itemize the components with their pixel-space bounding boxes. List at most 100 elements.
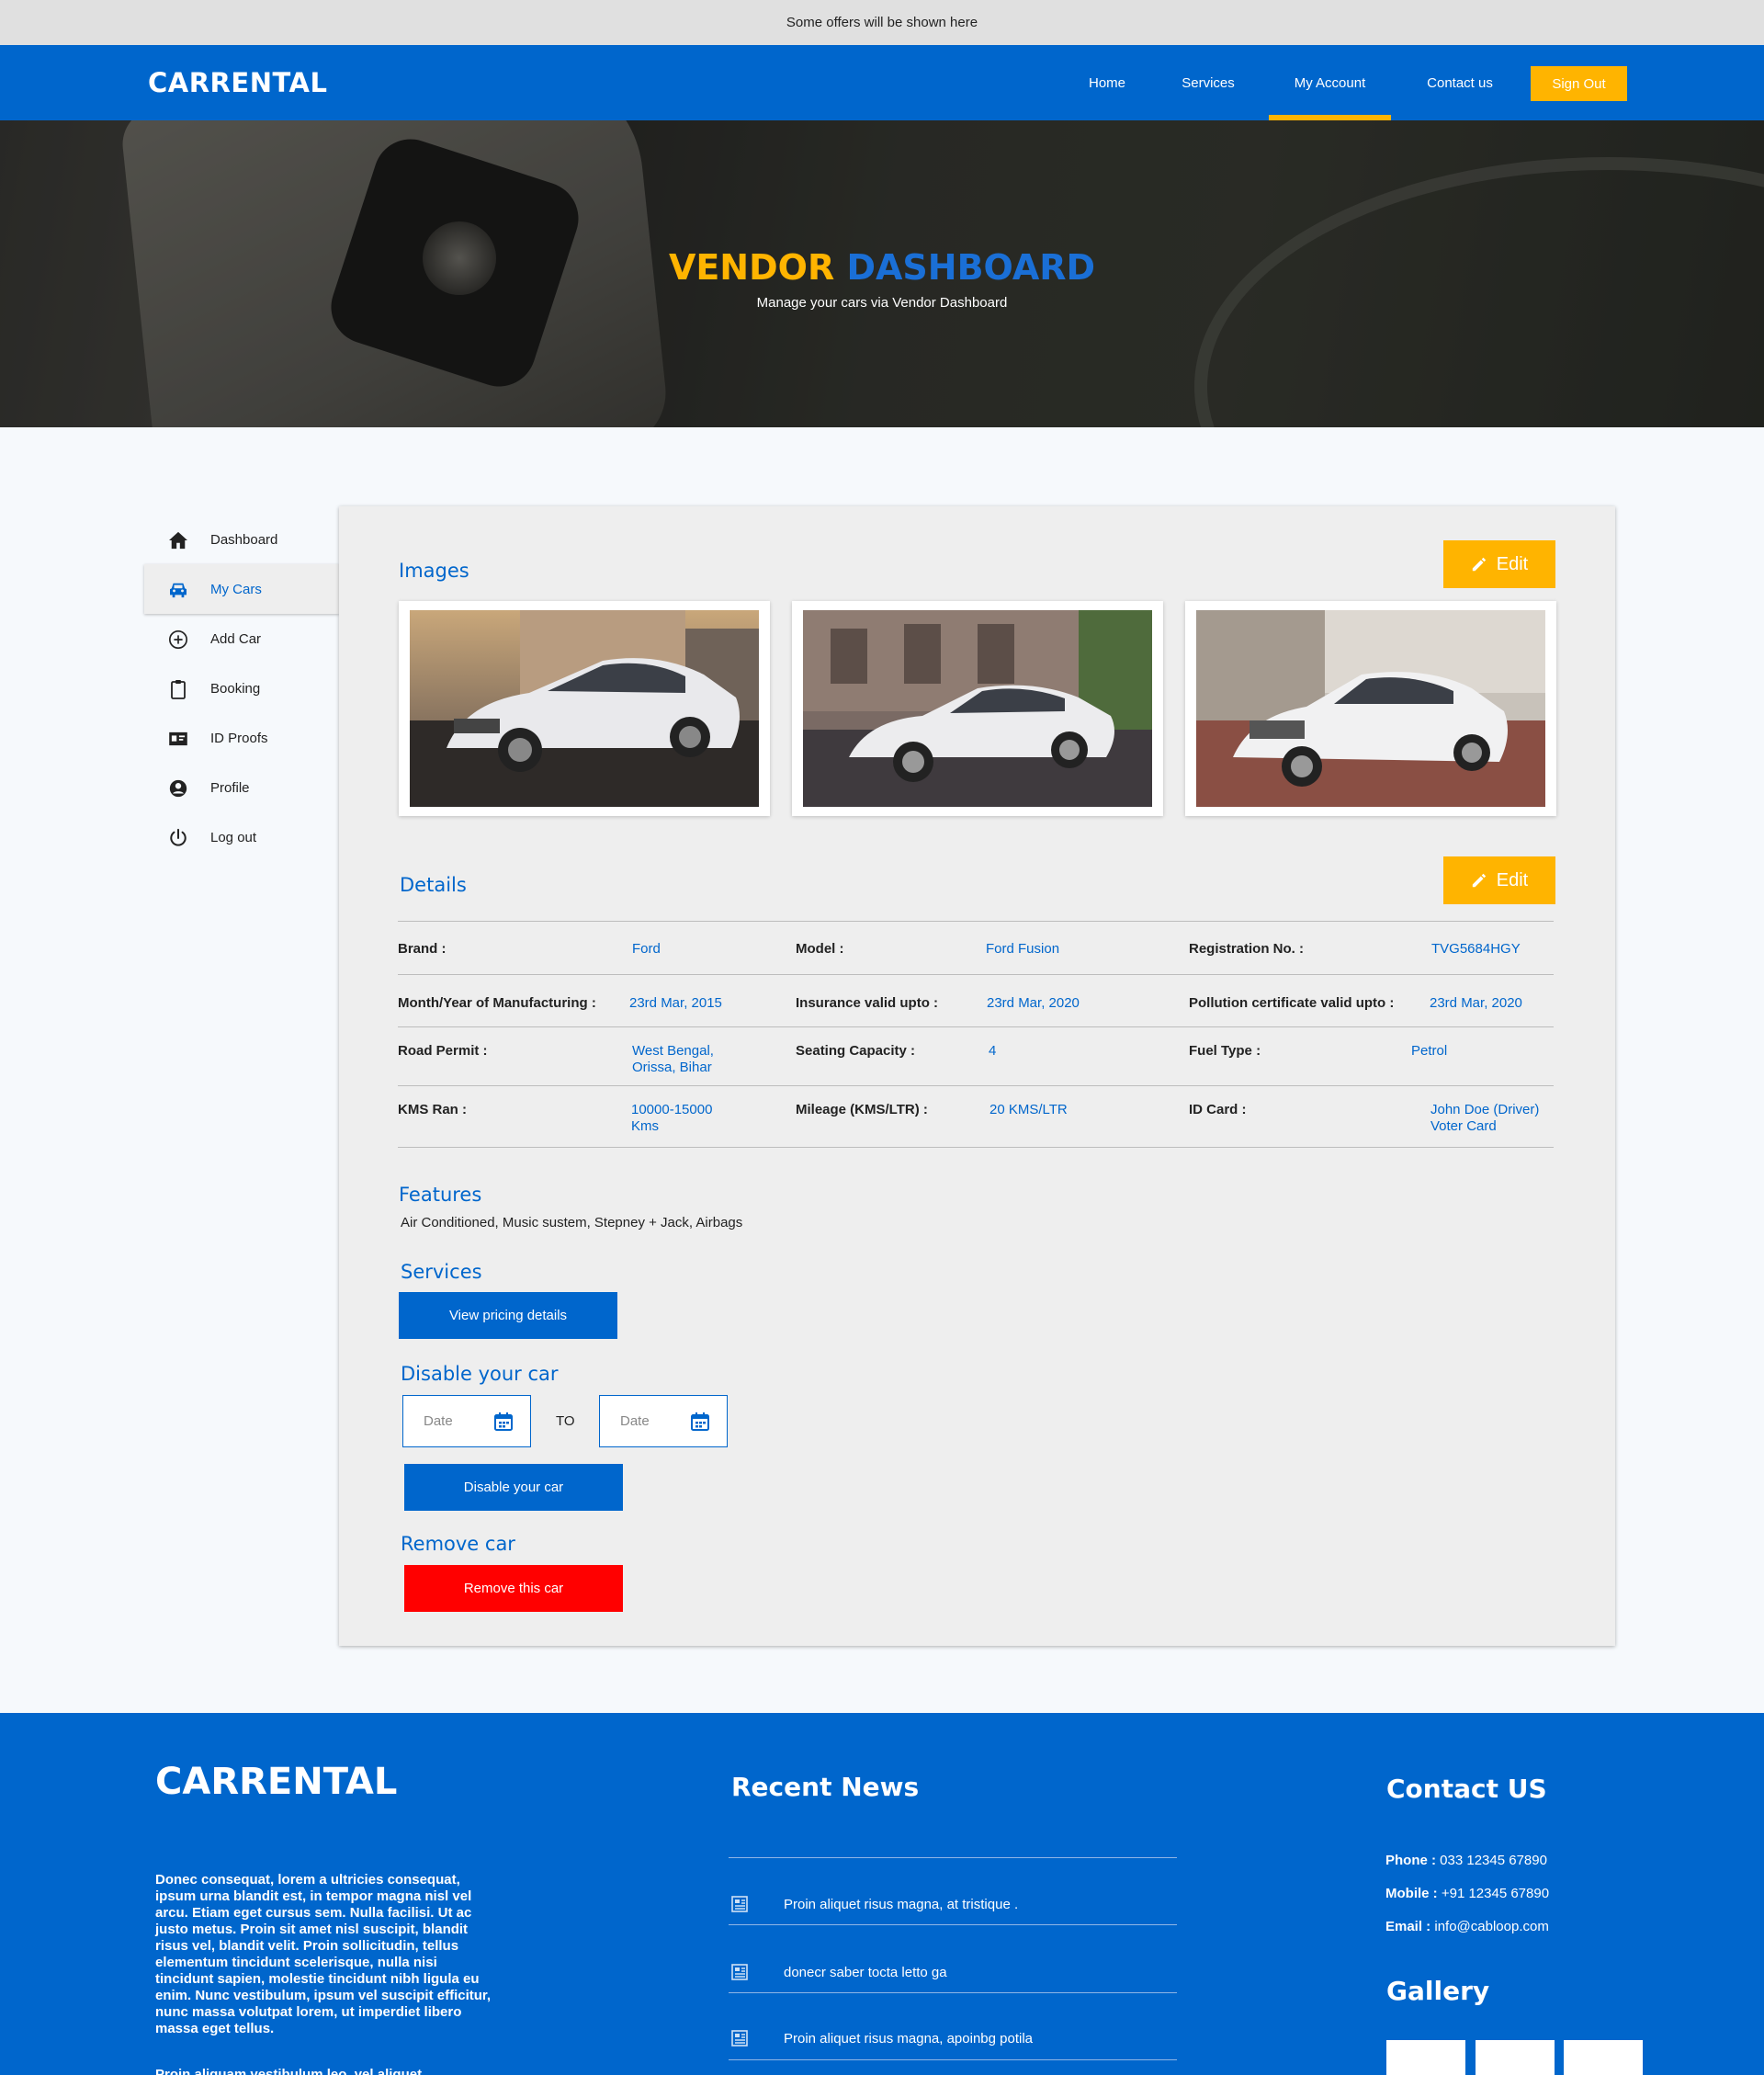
news-item-text: donecr saber tocta letto ga bbox=[784, 1964, 947, 1980]
pencil-icon bbox=[1472, 873, 1486, 888]
sidebar-item-label: Add Car bbox=[210, 630, 262, 647]
detail-value-road-permit: West Bengal, Orissa, Bihar bbox=[632, 1043, 714, 1076]
footer-about-text: Donec consequat, lorem a ultricies conse… bbox=[155, 1872, 492, 2036]
news-item[interactable]: Proin aliquet risus magna, at tristique … bbox=[729, 1890, 1177, 1918]
sidebar: Dashboard My Cars Add Car Booking ID Pro… bbox=[144, 515, 339, 862]
sidebar-item-label: My Cars bbox=[210, 581, 262, 597]
contact-phone: Phone : 033 12345 67890 bbox=[1385, 1853, 1547, 1868]
footer-brand[interactable]: CARRENTAL bbox=[155, 1761, 397, 1803]
detail-value-seating: 4 bbox=[989, 1043, 997, 1059]
edit-details-button[interactable]: Edit bbox=[1443, 856, 1555, 904]
phone-label: Phone : bbox=[1385, 1853, 1436, 1868]
sidebar-item-my-cars[interactable]: My Cars bbox=[144, 564, 339, 614]
disable-to-date-input[interactable]: Date bbox=[599, 1395, 728, 1447]
pencil-icon bbox=[1472, 557, 1486, 572]
detail-label-road-permit: Road Permit : bbox=[398, 1043, 488, 1059]
newspaper-icon bbox=[730, 1895, 749, 1913]
car-image-card-1[interactable] bbox=[399, 601, 770, 816]
home-icon bbox=[168, 530, 188, 550]
hero-banner: VENDOR DASHBOARD Manage your cars via Ve… bbox=[0, 120, 1764, 427]
features-list: Air Conditioned, Music sustem, Stepney +… bbox=[401, 1215, 743, 1230]
car-image-1 bbox=[410, 610, 759, 807]
details-divider bbox=[398, 1147, 1554, 1148]
edit-images-button[interactable]: Edit bbox=[1443, 540, 1555, 588]
sidebar-item-profile[interactable]: Profile bbox=[144, 763, 339, 812]
detail-label-model: Model : bbox=[796, 941, 844, 957]
email-value[interactable]: info@cabloop.com bbox=[1434, 1919, 1548, 1934]
car-image-2 bbox=[803, 610, 1152, 807]
power-icon bbox=[168, 828, 188, 848]
detail-label-insurance: Insurance valid upto : bbox=[796, 995, 939, 1011]
sidebar-item-add-car[interactable]: Add Car bbox=[144, 614, 339, 663]
sidebar-item-dashboard[interactable]: Dashboard bbox=[144, 515, 339, 564]
news-divider bbox=[729, 1924, 1177, 1925]
sidebar-item-label: Dashboard bbox=[210, 531, 278, 548]
gallery-thumbnail[interactable] bbox=[1564, 2040, 1643, 2075]
news-item[interactable]: Proin aliquet risus magna, apoinbg potil… bbox=[729, 2024, 1177, 2052]
sidebar-item-label: ID Proofs bbox=[210, 730, 268, 746]
detail-value-id-card: John Doe (Driver) Voter Card bbox=[1430, 1102, 1539, 1135]
date-placeholder: Date bbox=[424, 1413, 453, 1429]
detail-label-kms: KMS Ran : bbox=[398, 1102, 467, 1117]
detail-label-fuel: Fuel Type : bbox=[1189, 1043, 1261, 1059]
edit-label: Edit bbox=[1496, 553, 1529, 574]
detail-value-registration: TVG5684HGY bbox=[1431, 941, 1521, 957]
road-permit-line: West Bengal, bbox=[632, 1043, 714, 1059]
nav-my-account[interactable]: My Account bbox=[1269, 45, 1391, 120]
newspaper-icon bbox=[730, 1963, 749, 1981]
calendar-icon[interactable] bbox=[690, 1412, 710, 1432]
calendar-icon[interactable] bbox=[493, 1412, 514, 1432]
offer-bar: Some offers will be shown here bbox=[0, 0, 1764, 45]
sidebar-item-booking[interactable]: Booking bbox=[144, 663, 339, 713]
gallery-thumbnail[interactable] bbox=[1386, 2040, 1465, 2075]
detail-label-manufacturing: Month/Year of Manufacturing : bbox=[398, 995, 596, 1011]
nav-home[interactable]: Home bbox=[1069, 45, 1145, 120]
view-pricing-button[interactable]: View pricing details bbox=[399, 1292, 617, 1339]
footer-about-more: Proin aliquam vestibulum leo, vel alique… bbox=[155, 2067, 423, 2075]
sidebar-item-label: Log out bbox=[210, 829, 257, 845]
kms-line: 10000-15000 bbox=[631, 1102, 713, 1117]
disable-from-date-input[interactable]: Date bbox=[402, 1395, 531, 1447]
mobile-label: Mobile : bbox=[1385, 1886, 1438, 1901]
gallery-thumbnail[interactable] bbox=[1476, 2040, 1555, 2075]
page-title: VENDOR DASHBOARD bbox=[0, 247, 1764, 288]
car-image-card-3[interactable] bbox=[1185, 601, 1556, 816]
email-label: Email : bbox=[1385, 1919, 1431, 1934]
details-divider bbox=[398, 1085, 1554, 1086]
mobile-value[interactable]: +91 12345 67890 bbox=[1442, 1886, 1549, 1901]
contact-email: Email : info@cabloop.com bbox=[1385, 1919, 1549, 1934]
id-card-line: John Doe (Driver) bbox=[1430, 1102, 1540, 1117]
services-title: Services bbox=[401, 1261, 482, 1283]
remove-car-button[interactable]: Remove this car bbox=[404, 1565, 623, 1612]
remove-title: Remove car bbox=[401, 1533, 515, 1555]
news-divider bbox=[729, 1857, 1177, 1858]
images-title: Images bbox=[399, 560, 469, 582]
brand-logo[interactable]: CARRENTAL bbox=[148, 67, 327, 98]
contact-title: Contact US bbox=[1386, 1774, 1547, 1804]
disable-car-button[interactable]: Disable your car bbox=[404, 1464, 623, 1511]
detail-value-manufacturing: 23rd Mar, 2015 bbox=[629, 995, 722, 1011]
details-divider bbox=[398, 921, 1554, 922]
details-divider bbox=[398, 1026, 1554, 1027]
features-title: Features bbox=[399, 1184, 482, 1206]
clipboard-icon bbox=[168, 679, 188, 699]
car-image-card-2[interactable] bbox=[792, 601, 1163, 816]
detail-label-id-card: ID Card : bbox=[1189, 1102, 1247, 1117]
nav-services[interactable]: Services bbox=[1169, 45, 1248, 120]
newspaper-icon bbox=[730, 2029, 749, 2047]
sign-out-button[interactable]: Sign Out bbox=[1531, 66, 1627, 101]
sidebar-item-id-proofs[interactable]: ID Proofs bbox=[144, 713, 339, 763]
page-title-part2: DASHBOARD bbox=[846, 247, 1096, 288]
sidebar-item-label: Profile bbox=[210, 779, 250, 796]
sidebar-item-log-out[interactable]: Log out bbox=[144, 812, 339, 862]
phone-value[interactable]: 033 12345 67890 bbox=[1440, 1853, 1547, 1868]
plus-circle-icon bbox=[168, 629, 188, 650]
detail-value-model: Ford Fusion bbox=[986, 941, 1060, 957]
kms-line: Kms bbox=[631, 1118, 659, 1134]
date-range-separator: TO bbox=[556, 1413, 575, 1429]
page-title-part1: VENDOR bbox=[668, 247, 835, 288]
news-item[interactable]: donecr saber tocta letto ga bbox=[729, 1958, 1177, 1986]
nav-contact-us[interactable]: Contact us bbox=[1413, 45, 1507, 120]
detail-label-pollution: Pollution certificate valid upto : bbox=[1189, 995, 1395, 1011]
disable-title: Disable your car bbox=[401, 1363, 559, 1385]
